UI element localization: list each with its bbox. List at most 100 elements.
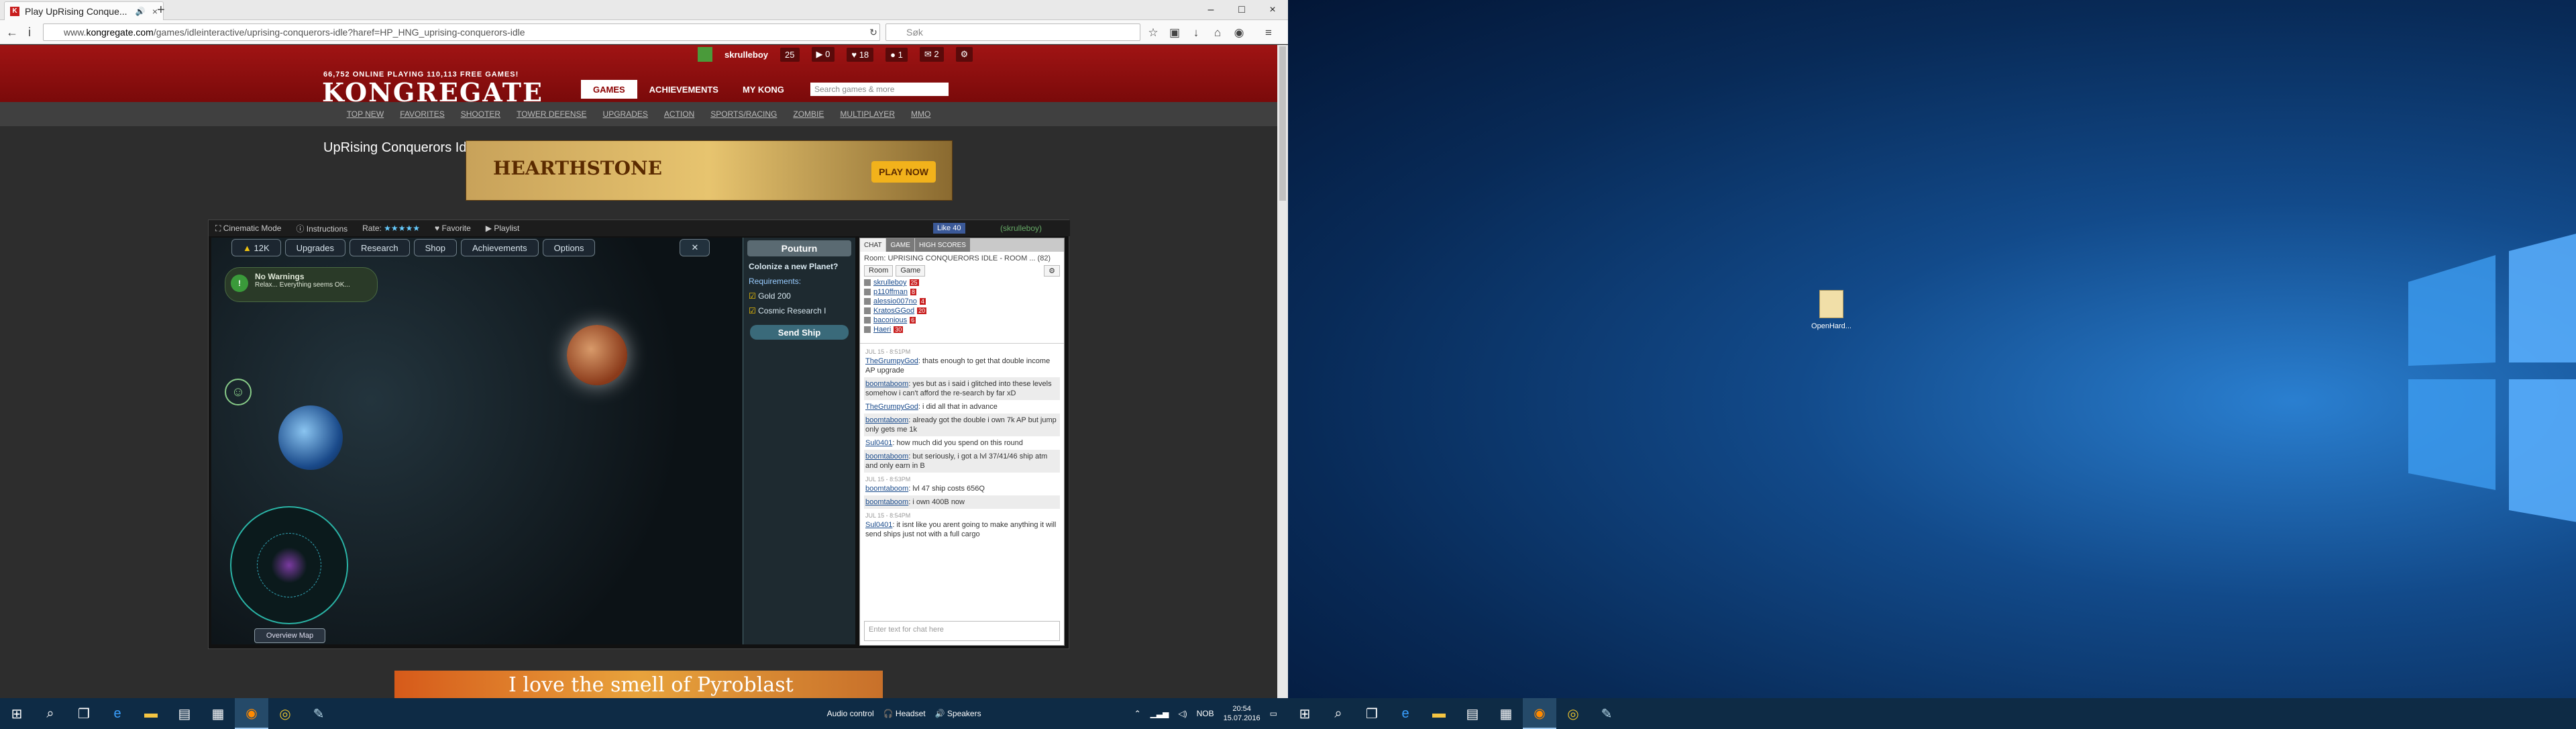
search-icon[interactable]: ⌕ [1322,698,1355,729]
user-row[interactable]: baconious 6 [864,315,1060,325]
user-name[interactable]: KratosGGod [873,307,914,315]
friends-counter[interactable]: ● 1 [885,47,908,62]
user-row[interactable]: p110ffman 8 [864,287,1060,297]
message-user[interactable]: boomtaboom [865,485,908,493]
cinematic-mode-link[interactable]: ⛶ Cinematic Mode [215,224,281,234]
maximize-icon[interactable]: □ [1226,0,1257,20]
message-user[interactable]: TheGrumpyGod [865,357,918,365]
category-link[interactable]: SPORTS/RACING [710,109,777,119]
clock[interactable]: 20:54 15.07.2016 [1224,704,1260,723]
mars-planet[interactable] [567,325,627,385]
network-icon[interactable]: ▁▃▅ [1150,709,1169,718]
menu-icon[interactable]: ≡ [1261,26,1276,40]
message-user[interactable]: Sul0401 [865,439,892,447]
calculator-icon[interactable]: ▦ [201,698,235,729]
back-icon[interactable]: ← [4,24,20,40]
tab-high-scores[interactable]: HIGH SCORES [914,238,970,252]
user-name[interactable]: p110ffman [873,288,908,296]
category-link[interactable]: ACTION [664,109,694,119]
playlist-link[interactable]: ▶ Playlist [486,224,520,233]
rate-widget[interactable]: Rate: ★★★★★ [362,224,420,233]
home-icon[interactable]: ⌂ [1210,26,1225,40]
chat-input[interactable]: Enter text for chat here [864,621,1060,641]
close-panel-button[interactable]: ✕ [680,239,710,256]
minimize-icon[interactable]: – [1195,0,1226,20]
pocket-icon[interactable]: ◉ [1232,26,1246,40]
alien-icon[interactable]: ☺ [225,379,252,405]
tab-game[interactable]: GAME [886,238,914,252]
tab-chat[interactable]: CHAT [860,238,886,252]
room-info[interactable]: Room: UPRISING CONQUERORS IDLE - ROOM ..… [860,252,1064,265]
category-link[interactable]: TOP NEW [347,109,384,119]
right-monitor-desktop[interactable]: OpenHard... ⊞ ⌕ ❐ e ▬ ▤ ▦ ◉ ◎ ✎ [1288,0,2576,729]
username[interactable]: skrulleboy [724,50,768,60]
firefox-icon[interactable]: ◉ [235,698,268,729]
play-counter[interactable]: ▶ 0 [811,47,835,62]
tab-game-users[interactable]: Game [896,265,926,277]
firefox-icon[interactable]: ◉ [1523,698,1556,729]
nav-games[interactable]: GAMES [581,80,637,99]
windows-icon[interactable]: ⊞ [0,698,34,729]
chrome-icon[interactable]: ◎ [268,698,302,729]
desktop-file-icon[interactable]: OpenHard... [1805,290,1858,330]
user-row[interactable]: Haeri 30 [864,325,1060,334]
star-icon[interactable]: ☆ [1146,26,1161,40]
earth-planet[interactable] [278,405,343,470]
chat-settings-icon[interactable]: ⚙ [1044,265,1060,277]
rating-stars-icon[interactable]: ★★★★★ [384,224,420,233]
category-link[interactable]: SHOOTER [461,109,500,119]
favorite-link[interactable]: ♥ Favorite [435,224,471,233]
message-user[interactable]: boomtaboom [865,452,908,460]
user-row[interactable]: alessio007no 4 [864,297,1060,306]
message-user[interactable]: TheGrumpyGod [865,403,918,411]
notepad-icon[interactable]: ✎ [302,698,335,729]
user-name[interactable]: skrulleboy [873,279,907,287]
likes-counter[interactable]: ♥ 18 [847,47,874,62]
message-user[interactable]: boomtaboom [865,416,908,424]
clipboard-icon[interactable]: ▣ [1167,26,1182,40]
instructions-link[interactable]: ⓘ Instructions [296,223,347,234]
speakers-button[interactable]: 🔊 Speakers [935,709,981,718]
notepad-icon[interactable]: ✎ [1590,698,1623,729]
chevron-up-icon[interactable]: ⌃ [1134,709,1141,718]
task-view-icon[interactable]: ❐ [67,698,101,729]
nav-achievements[interactable]: ACHIEVEMENTS [637,80,731,99]
new-tab-icon[interactable]: + [157,3,165,18]
category-link[interactable]: FAVORITES [400,109,444,119]
calculator-icon[interactable]: ▦ [1489,698,1523,729]
nav-my-kong[interactable]: MY KONG [731,80,796,99]
tab-research[interactable]: Research [350,239,410,256]
user-name[interactable]: baconious [873,316,907,324]
tab-upgrades[interactable]: Upgrades [284,239,345,256]
overview-map-button[interactable]: Overview Map [254,628,325,643]
user-name[interactable]: alessio007no [873,297,917,305]
notification-icon[interactable]: ▭ [1270,709,1277,718]
category-link[interactable]: UPGRADES [603,109,648,119]
category-link[interactable]: MMO [911,109,930,119]
send-ship-button[interactable]: Send Ship [750,325,849,340]
explorer-icon[interactable]: ▬ [1422,698,1456,729]
kong-search-input[interactable]: Search games & more [810,83,949,96]
url-bar[interactable]: www. kongregate.com/games/idleinteractive… [43,23,880,41]
edge-icon[interactable]: e [1389,698,1422,729]
page-scrollbar[interactable] [1277,45,1288,698]
tab-room-users[interactable]: Room [864,265,894,277]
user-name[interactable]: Haeri [873,326,891,334]
edge-icon[interactable]: e [101,698,134,729]
star-system-map[interactable] [230,506,348,624]
tab-achievements[interactable]: Achievements [461,239,539,256]
windows-icon[interactable]: ⊞ [1288,698,1322,729]
tab-options[interactable]: Options [542,239,596,256]
settings-menu[interactable]: ⚙ [955,47,973,62]
download-icon[interactable]: ↓ [1189,26,1203,40]
category-link[interactable]: ZOMBIE [793,109,824,119]
user-row[interactable]: KratosGGod 20 [864,306,1060,315]
browser-search-input[interactable]: Søk [885,23,1140,41]
facebook-like-button[interactable]: Like 40 [933,223,965,234]
category-link[interactable]: MULTIPLAYER [840,109,895,119]
speaker-icon[interactable]: 🔊 [136,7,146,16]
store-icon[interactable]: ▤ [168,698,201,729]
reload-icon[interactable]: ↻ [865,24,881,40]
message-user[interactable]: Sul0401 [865,521,892,529]
ad-banner-bottom[interactable]: I love the smell of Pyroblast [394,671,883,698]
